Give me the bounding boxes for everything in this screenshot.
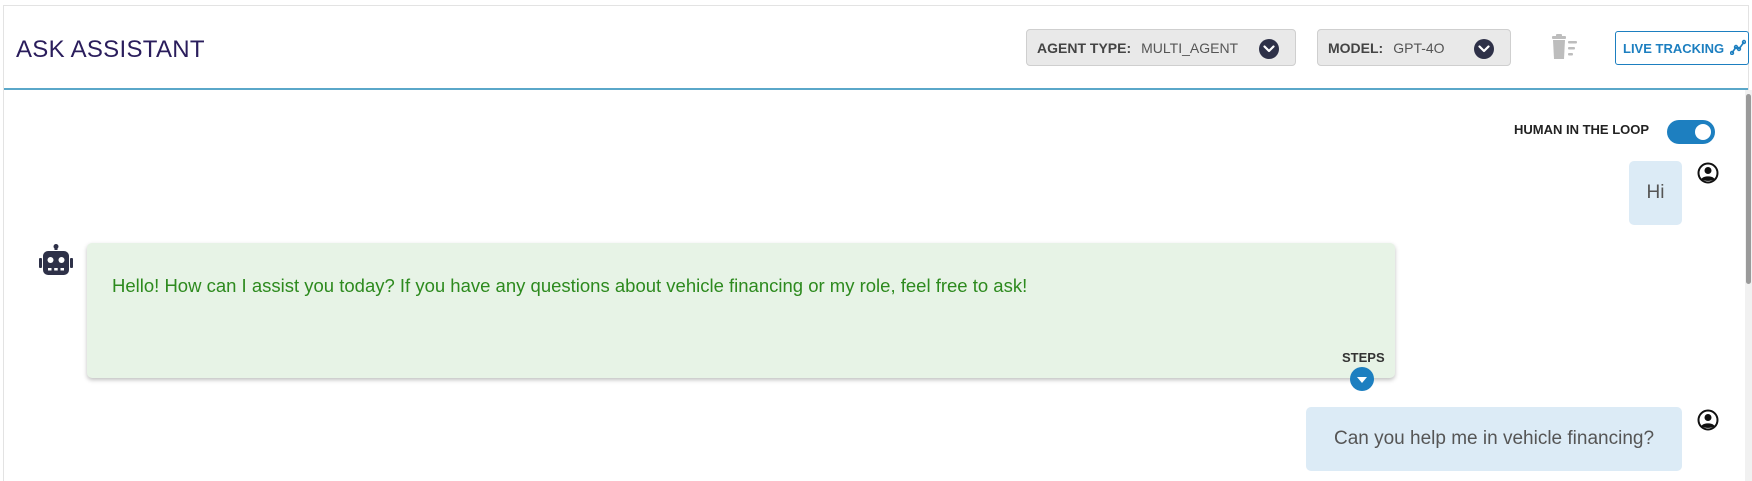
page-title: ASK ASSISTANT (16, 36, 205, 63)
model-value: GPT-4O (1393, 39, 1445, 56)
user-circle-icon (1697, 409, 1719, 431)
user-circle-icon (1697, 162, 1719, 184)
chevron-down-icon (1259, 39, 1279, 59)
scrollbar-thumb[interactable] (1746, 94, 1751, 284)
user-message-bubble: Can you help me in vehicle financing? (1306, 407, 1682, 471)
chat-scrollbar[interactable] (1745, 90, 1752, 481)
robot-icon (38, 244, 74, 278)
trending-line-icon (1729, 39, 1747, 58)
live-tracking-button[interactable]: LIVE TRACKING (1615, 31, 1749, 65)
user-message-text: Can you help me in vehicle financing? (1333, 428, 1655, 449)
clear-chat-button[interactable] (1544, 28, 1584, 68)
assistant-message-text: Hello! How can I assist you today? If yo… (112, 275, 1028, 296)
chevron-down-icon (1474, 39, 1494, 59)
steps-toggle-button[interactable] (1350, 367, 1374, 391)
steps-label: STEPS (1342, 350, 1385, 365)
model-label: MODEL: (1328, 39, 1384, 56)
trash-clear-icon (1544, 34, 1584, 72)
toggle-knob (1695, 124, 1711, 140)
assistant-message-bubble: Hello! How can I assist you today? If yo… (87, 243, 1395, 378)
human-in-the-loop-label: HUMAN IN THE LOOP (1514, 122, 1650, 137)
model-select[interactable]: MODEL: GPT-4O (1317, 29, 1511, 66)
agent-type-value: MULTI_AGENT (1141, 39, 1239, 56)
agent-type-label: AGENT TYPE: (1037, 39, 1132, 56)
header-bar: ASK ASSISTANT AGENT TYPE: MULTI_AGENT MO… (4, 6, 1749, 90)
human-in-the-loop-toggle[interactable] (1667, 120, 1715, 144)
caret-down-icon (1357, 370, 1367, 388)
user-message-text: Hi (1646, 182, 1665, 203)
user-message-bubble: Hi (1629, 161, 1682, 225)
agent-type-select[interactable]: AGENT TYPE: MULTI_AGENT (1026, 29, 1296, 66)
live-tracking-label: LIVE TRACKING (1623, 40, 1725, 56)
